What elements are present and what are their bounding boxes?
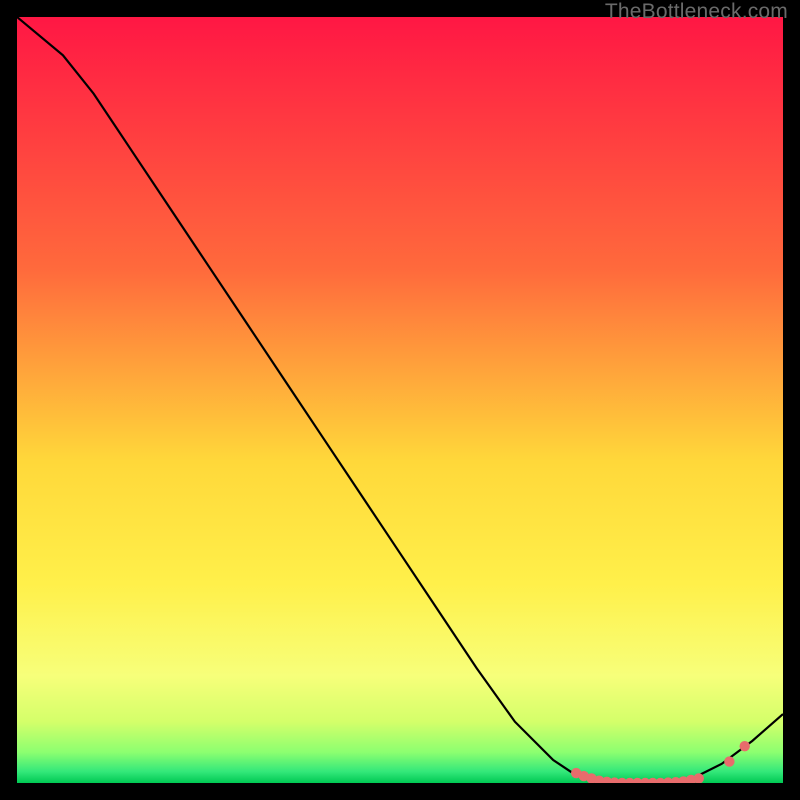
- data-point: [724, 756, 734, 766]
- data-point: [740, 741, 750, 751]
- gradient-background: [17, 17, 783, 783]
- chart-svg: [17, 17, 783, 783]
- watermark-text: TheBottleneck.com: [605, 0, 788, 24]
- plot-area: [17, 17, 783, 783]
- chart-frame: TheBottleneck.com: [0, 0, 800, 800]
